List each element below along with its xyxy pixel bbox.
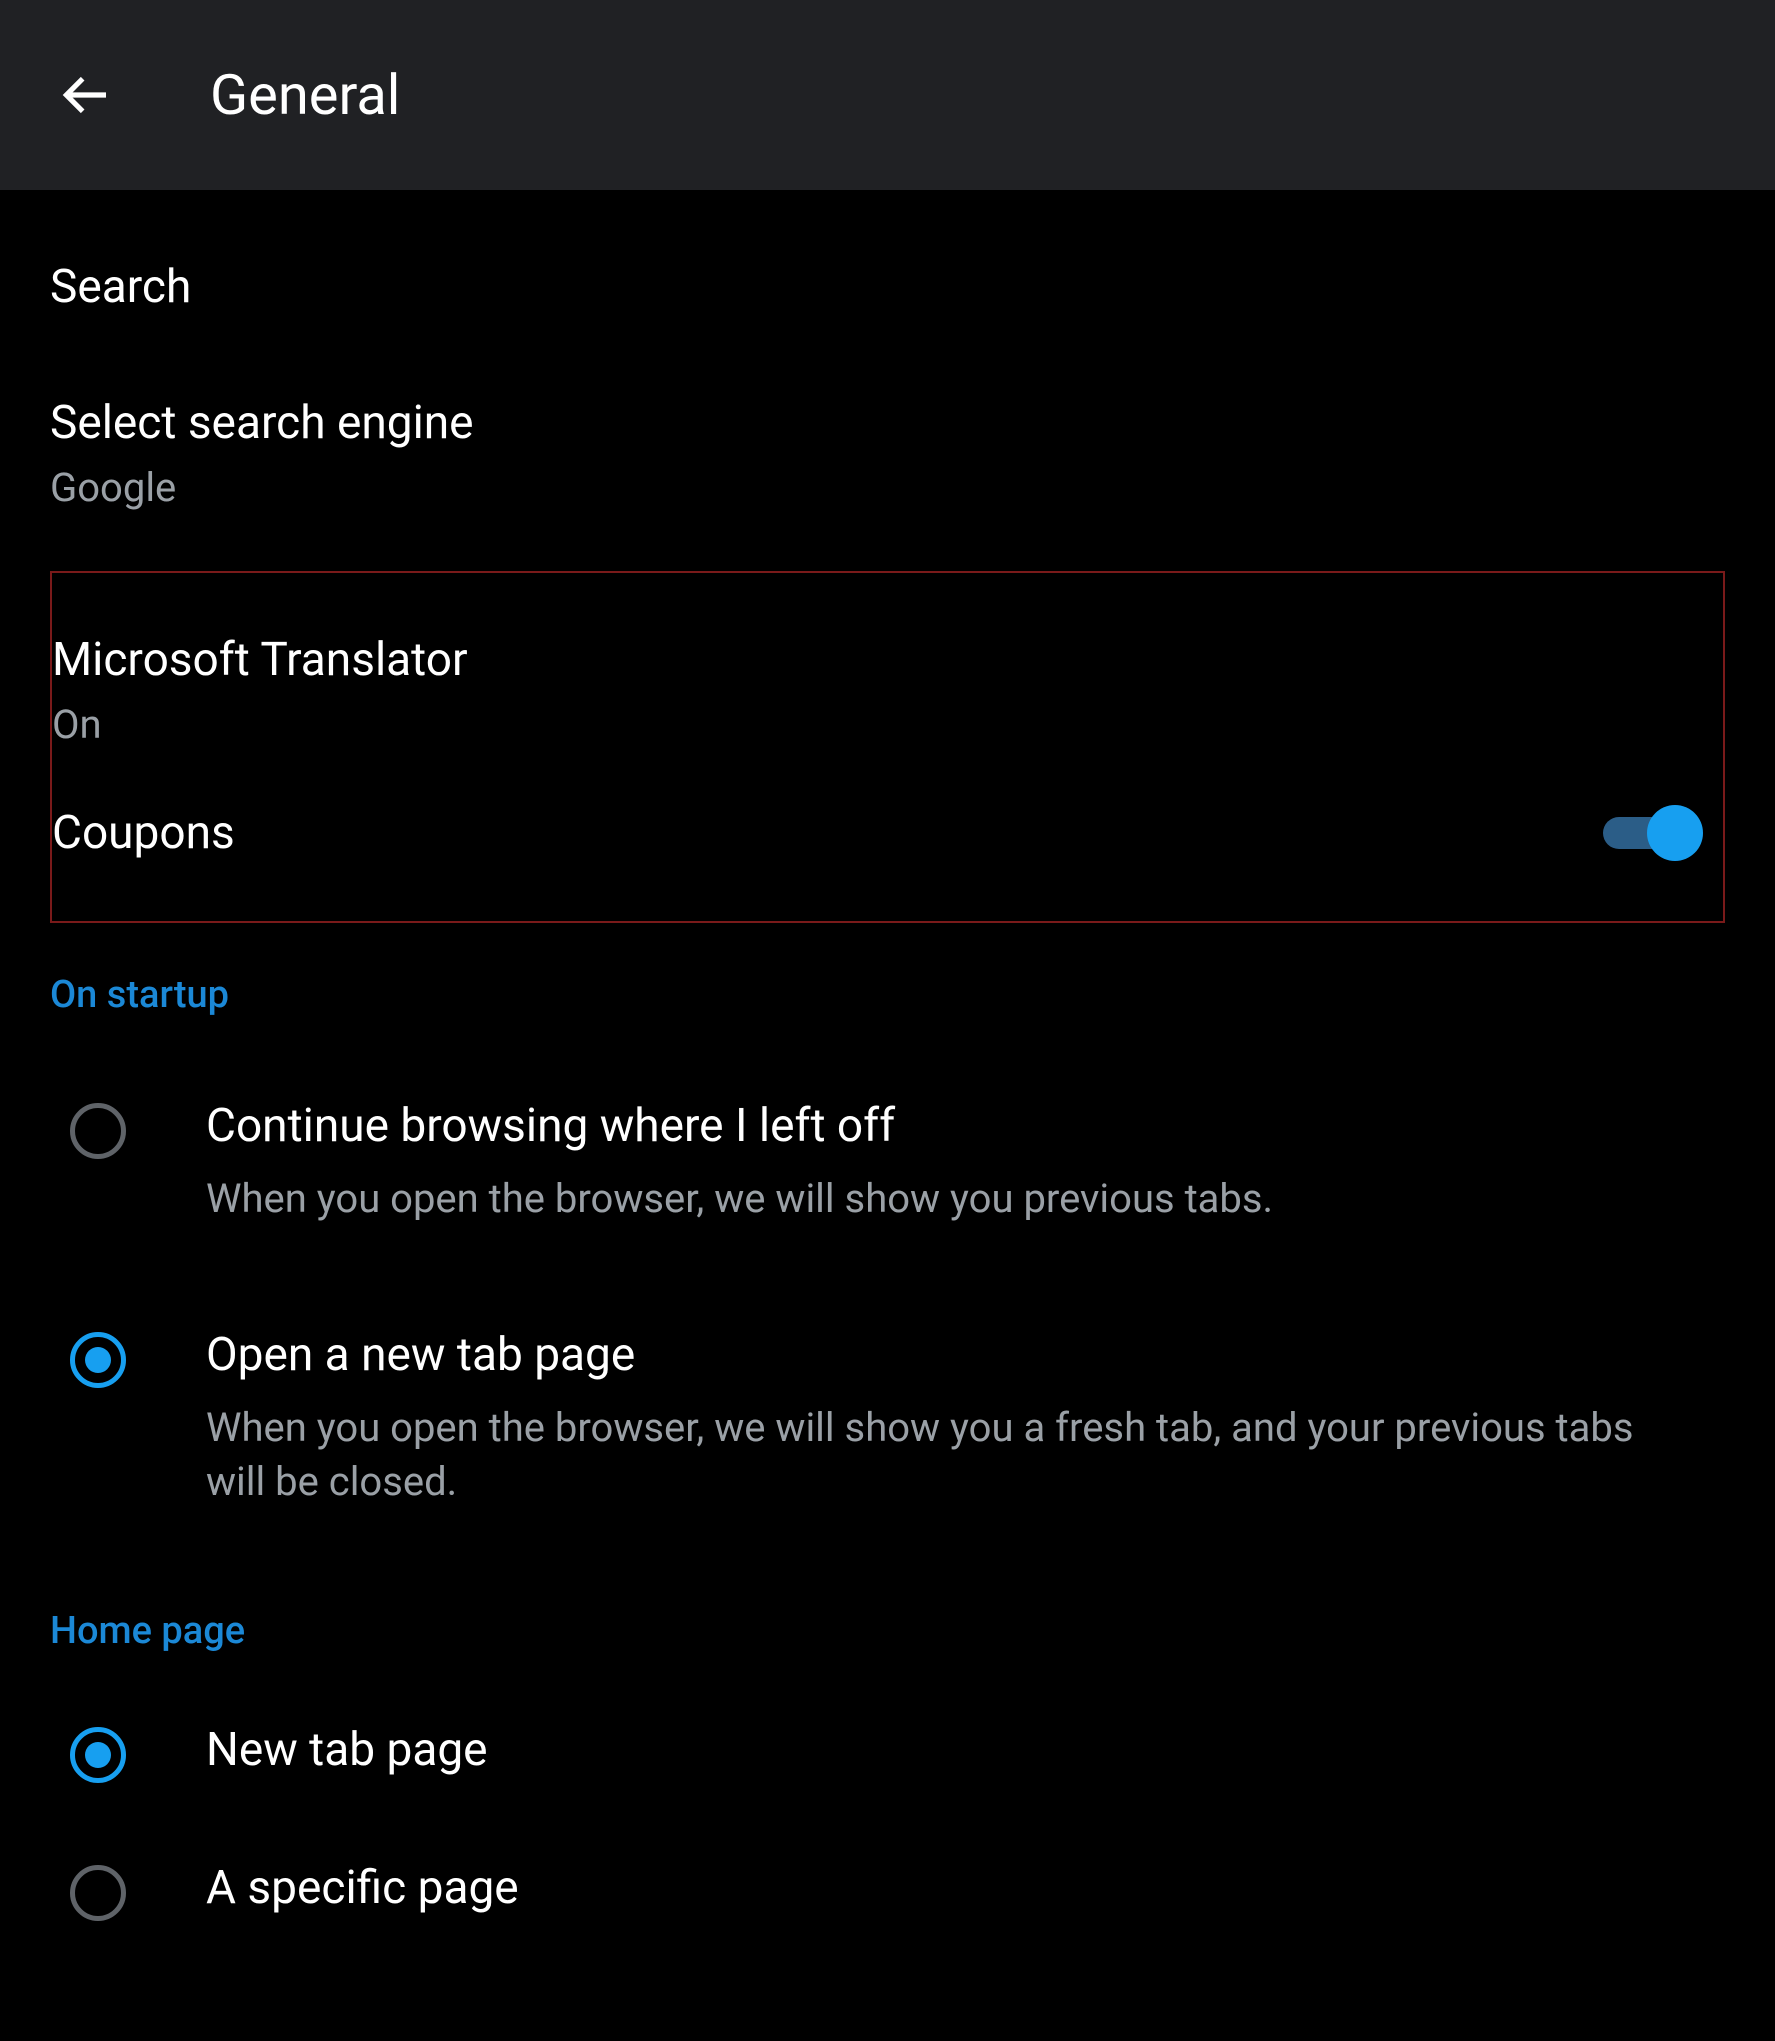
startup-section-header: On startup bbox=[50, 923, 1725, 1047]
radio-icon bbox=[70, 1103, 126, 1159]
startup-option-continue[interactable]: Continue browsing where I left off When … bbox=[50, 1047, 1725, 1276]
coupons-title: Coupons bbox=[52, 804, 1603, 864]
homepage-option-specific[interactable]: A specific page bbox=[50, 1821, 1725, 1959]
startup-option-title: Continue browsing where I left off bbox=[206, 1097, 1725, 1157]
homepage-option-newtab[interactable]: New tab page bbox=[50, 1683, 1725, 1821]
coupons-toggle[interactable] bbox=[1603, 805, 1703, 861]
page-title: General bbox=[210, 62, 400, 128]
homepage-option-title: A specific page bbox=[206, 1859, 1725, 1919]
select-search-engine-value: Google bbox=[50, 464, 1725, 511]
select-search-engine-row[interactable]: Select search engine Google bbox=[50, 354, 1725, 551]
settings-content: Search Select search engine Google Micro… bbox=[0, 190, 1775, 1959]
homepage-section-header: Home page bbox=[50, 1559, 1725, 1683]
translator-value: On bbox=[52, 701, 1723, 748]
coupons-row[interactable]: Coupons bbox=[52, 776, 1723, 892]
startup-option-newtab[interactable]: Open a new tab page When you open the br… bbox=[50, 1276, 1725, 1559]
search-section-label: Search bbox=[50, 190, 1725, 354]
startup-option-title: Open a new tab page bbox=[206, 1326, 1725, 1386]
startup-option-sub: When you open the browser, we will show … bbox=[206, 1401, 1725, 1509]
translator-row[interactable]: Microsoft Translator On bbox=[52, 603, 1723, 776]
select-search-engine-title: Select search engine bbox=[50, 394, 1725, 454]
radio-icon bbox=[70, 1865, 126, 1921]
app-bar: General bbox=[0, 0, 1775, 190]
radio-icon bbox=[70, 1332, 126, 1388]
radio-icon bbox=[70, 1727, 126, 1783]
back-button[interactable] bbox=[55, 65, 115, 125]
highlighted-group: Microsoft Translator On Coupons bbox=[50, 571, 1725, 924]
toggle-thumb bbox=[1647, 805, 1703, 861]
arrow-left-icon bbox=[57, 67, 113, 123]
startup-option-sub: When you open the browser, we will show … bbox=[206, 1172, 1725, 1226]
translator-title: Microsoft Translator bbox=[52, 631, 1723, 691]
homepage-option-title: New tab page bbox=[206, 1721, 1725, 1781]
